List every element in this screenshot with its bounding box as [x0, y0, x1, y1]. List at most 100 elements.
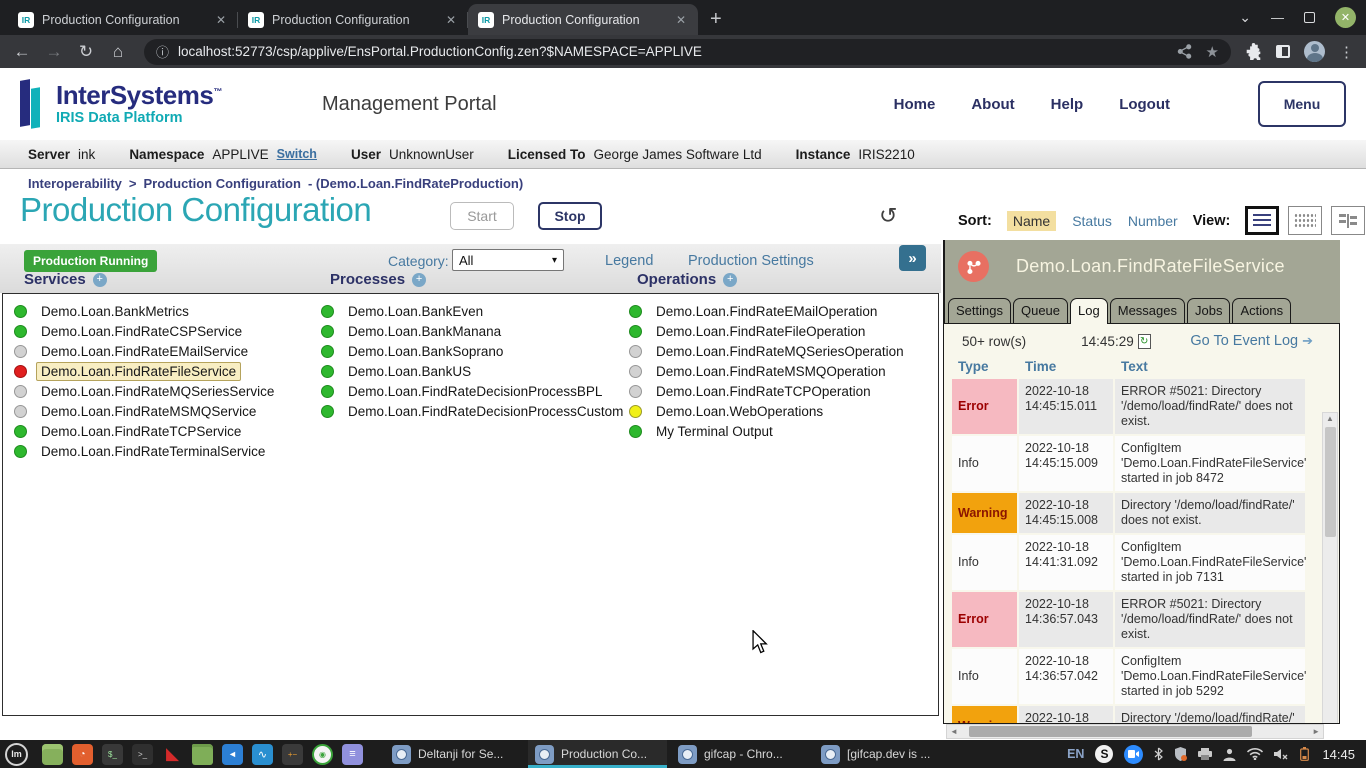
taskbar-app-icon[interactable]: >_	[132, 744, 153, 765]
production-settings-link[interactable]: Production Settings	[688, 253, 814, 269]
process-item[interactable]: Demo.Loan.BankEven	[321, 301, 623, 321]
item-name[interactable]: Demo.Loan.FindRateTCPService	[36, 422, 246, 441]
page-refresh-icon[interactable]: ↻	[879, 203, 897, 229]
refresh-log-icon[interactable]: ↻	[1138, 334, 1151, 349]
profile-avatar[interactable]	[1304, 41, 1325, 62]
item-name[interactable]: Demo.Loan.FindRateMQSeriesOperation	[651, 342, 909, 361]
log-row[interactable]: Error 2022-10-18 14:36:57.043 ERROR #502…	[952, 592, 1315, 649]
scroll-left-icon[interactable]: ◄	[947, 727, 961, 736]
item-name[interactable]: Demo.Loan.FindRateCSPService	[36, 322, 247, 341]
taskbar-app-icon[interactable]: +−	[282, 744, 303, 765]
process-item[interactable]: Demo.Loan.BankManana	[321, 321, 623, 341]
skype-tray-icon[interactable]: S	[1095, 745, 1113, 763]
item-name[interactable]: Demo.Loan.FindRateTCPOperation	[651, 382, 876, 401]
item-name[interactable]: Demo.Loan.BankMetrics	[36, 302, 194, 321]
service-item[interactable]: Demo.Loan.FindRateTerminalService	[14, 441, 314, 461]
window-maximize-button[interactable]	[1304, 12, 1315, 23]
window-close-button[interactable]: ✕	[1335, 7, 1356, 28]
item-name[interactable]: Demo.Loan.FindRateFileService	[36, 362, 241, 381]
item-name[interactable]: Demo.Loan.FindRateEMailService	[36, 342, 253, 361]
nav-logout-link[interactable]: Logout	[1119, 96, 1170, 113]
service-item[interactable]: Demo.Loan.FindRateMQSeriesService	[14, 381, 314, 401]
video-call-tray-icon[interactable]	[1124, 745, 1143, 764]
address-bar[interactable]: ⓘ localhost:52773/csp/applive/EnsPortal.…	[144, 39, 1231, 65]
taskbar-window-button[interactable]: Deltanji for Se...	[385, 740, 524, 768]
forward-icon[interactable]: →	[42, 42, 66, 62]
taskbar-window-button[interactable]: Production Co...	[528, 740, 667, 768]
operation-item[interactable]: Demo.Loan.WebOperations	[629, 401, 931, 421]
add-process-button[interactable]: +	[412, 273, 426, 287]
panel-tab[interactable]: Jobs	[1187, 298, 1230, 324]
taskbar-app-icon[interactable]: ◣	[162, 744, 183, 765]
category-select[interactable]: All ▾	[452, 249, 564, 271]
operation-item[interactable]: Demo.Loan.FindRateMSMQOperation	[629, 361, 931, 381]
browser-tab[interactable]: IR Production Configuration ✕	[468, 4, 698, 35]
browser-menu-kebab-icon[interactable]: ⋮	[1339, 43, 1354, 61]
browser-tab[interactable]: IR Production Configuration ✕	[238, 4, 468, 35]
add-service-button[interactable]: +	[93, 273, 107, 287]
legend-link[interactable]: Legend	[605, 253, 653, 269]
operation-item[interactable]: Demo.Loan.FindRateEMailOperation	[629, 301, 931, 321]
panel-horizontal-scrollbar[interactable]: ◄ ►	[946, 724, 1324, 739]
side-panel-icon[interactable]	[1276, 45, 1290, 58]
taskbar-app-icon[interactable]: ◄	[222, 744, 243, 765]
panel-tab[interactable]: Settings	[948, 298, 1011, 324]
add-operation-button[interactable]: +	[723, 273, 737, 287]
taskbar-app-icon[interactable]: ∿	[252, 744, 273, 765]
log-row[interactable]: Error 2022-10-18 14:45:15.011 ERROR #502…	[952, 379, 1315, 436]
expand-panel-button[interactable]: »	[899, 245, 926, 271]
battery-icon[interactable]	[1300, 747, 1309, 761]
home-icon[interactable]: ⌂	[106, 42, 130, 62]
taskbar-app-icon[interactable]: ◉	[312, 744, 333, 765]
view-mode-icon[interactable]	[1288, 206, 1322, 235]
item-name[interactable]: Demo.Loan.FindRateFileOperation	[651, 322, 870, 341]
log-row[interactable]: Info 2022-10-18 14:36:57.042 ConfigItem …	[952, 649, 1315, 706]
volume-muted-icon[interactable]	[1274, 748, 1289, 760]
process-item[interactable]: Demo.Loan.FindRateDecisionProcessCustom	[321, 401, 623, 421]
user-accounts-icon[interactable]	[1223, 748, 1236, 761]
switch-link[interactable]: Switch	[277, 147, 317, 161]
view-mode-icon[interactable]	[1331, 206, 1365, 235]
security-shield-icon[interactable]	[1174, 747, 1187, 761]
start-button[interactable]: Start	[450, 202, 514, 230]
item-name[interactable]: Demo.Loan.FindRateEMailOperation	[651, 302, 882, 321]
extensions-puzzle-icon[interactable]	[1245, 43, 1262, 60]
sort-option[interactable]: Status	[1072, 213, 1112, 229]
bookmark-star-icon[interactable]: ★	[1206, 43, 1219, 61]
taskbar-app-icon[interactable]	[42, 744, 63, 765]
sort-option[interactable]: Name	[1007, 211, 1056, 231]
scrollbar-thumb[interactable]	[969, 726, 1252, 737]
item-name[interactable]: Demo.Loan.FindRateDecisionProcessBPL	[343, 382, 607, 401]
log-row[interactable]: Info 2022-10-18 14:41:31.092 ConfigItem …	[952, 535, 1315, 592]
tab-search-chevron-icon[interactable]: ⌄	[1239, 9, 1251, 26]
item-name[interactable]: My Terminal Output	[651, 422, 778, 441]
item-name[interactable]: Demo.Loan.FindRateMSMQOperation	[651, 362, 891, 381]
taskbar-app-icon[interactable]: $_	[102, 744, 123, 765]
tab-close-icon[interactable]: ✕	[444, 13, 458, 27]
tab-close-icon[interactable]: ✕	[214, 13, 228, 27]
operation-item[interactable]: Demo.Loan.FindRateMQSeriesOperation	[629, 341, 931, 361]
log-row[interactable]: Warning 2022-10-18 14:45:15.008 Director…	[952, 493, 1315, 535]
new-tab-button[interactable]: +	[710, 9, 722, 29]
reload-icon[interactable]: ↻	[74, 42, 98, 62]
item-name[interactable]: Demo.Loan.WebOperations	[651, 402, 828, 421]
service-item[interactable]: Demo.Loan.FindRateCSPService	[14, 321, 314, 341]
taskbar-app-icon[interactable]: ◔	[72, 744, 93, 765]
url-text[interactable]: localhost:52773/csp/applive/EnsPortal.Pr…	[178, 44, 1168, 59]
service-item[interactable]: Demo.Loan.FindRateMSMQService	[14, 401, 314, 421]
item-name[interactable]: Demo.Loan.BankUS	[343, 362, 476, 381]
taskbar-app-icon[interactable]	[192, 744, 213, 765]
operation-item[interactable]: My Terminal Output	[629, 421, 931, 441]
go-to-event-log-link[interactable]: Go To Event Log➔	[1190, 333, 1313, 349]
process-item[interactable]: Demo.Loan.FindRateDecisionProcessBPL	[321, 381, 623, 401]
taskbar-window-button[interactable]: [gifcap.dev is ...	[814, 740, 953, 768]
breadcrumb-interoperability-link[interactable]: Interoperability	[28, 176, 122, 191]
scroll-up-icon[interactable]: ▲	[1323, 414, 1337, 423]
item-name[interactable]: Demo.Loan.FindRateDecisionProcessCustom	[343, 402, 628, 421]
wifi-icon[interactable]	[1247, 748, 1263, 760]
tab-close-icon[interactable]: ✕	[674, 13, 688, 27]
process-item[interactable]: Demo.Loan.BankSoprano	[321, 341, 623, 361]
window-minimize-button[interactable]: —	[1271, 10, 1284, 25]
nav-about-link[interactable]: About	[971, 96, 1014, 113]
item-name[interactable]: Demo.Loan.FindRateMSMQService	[36, 402, 261, 421]
